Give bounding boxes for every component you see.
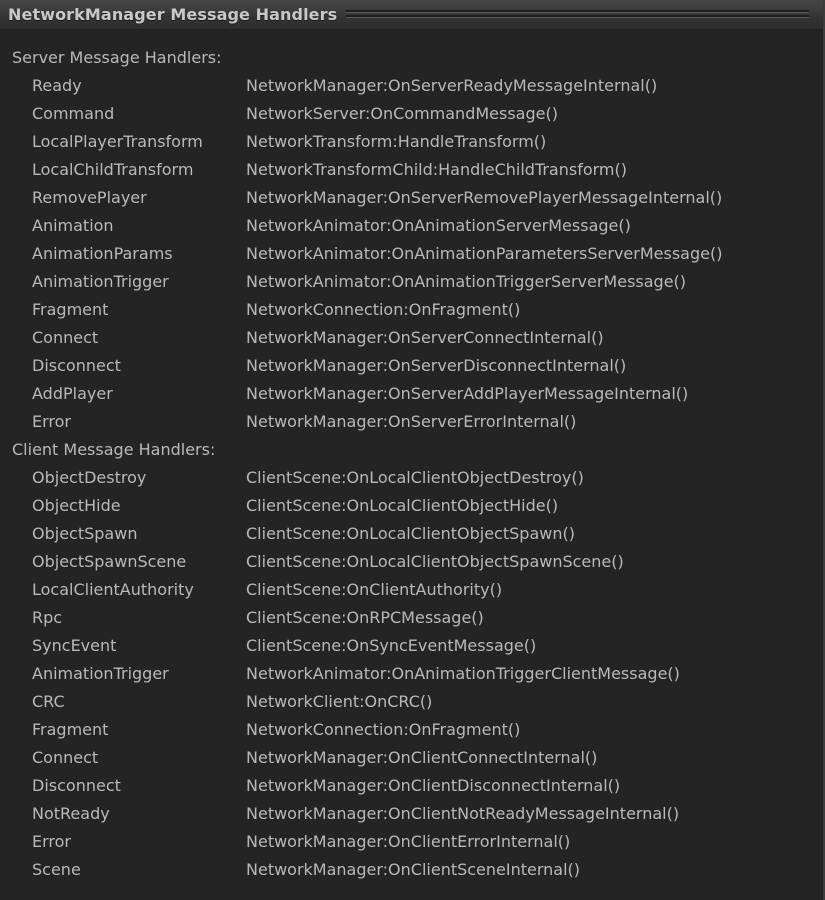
message-handlers-panel: NetworkManager Message Handlers Server M… bbox=[0, 0, 825, 900]
handler-row: LocalClientAuthority ClientScene:OnClient… bbox=[0, 576, 823, 604]
handler-message-name: ObjectSpawn bbox=[32, 524, 138, 543]
handler-callback-name: NetworkTransform:HandleTransform() bbox=[246, 132, 547, 151]
handler-message-name: Scene bbox=[32, 860, 81, 879]
handler-row: LocalChildTransform NetworkTransformChild… bbox=[0, 156, 823, 184]
handler-callback-name: NetworkManager:OnClientNotReadyMessageIn… bbox=[246, 804, 680, 823]
handler-callback-name: ClientScene:OnLocalClientObjectDestroy() bbox=[246, 468, 584, 487]
handler-message-name: Fragment bbox=[32, 720, 109, 739]
handler-row: ObjectSpawn ClientScene:OnLocalClientObje… bbox=[0, 520, 823, 548]
handler-message-name: Ready bbox=[32, 76, 82, 95]
handler-row: Error NetworkManager:OnClientErrorInterna… bbox=[0, 828, 823, 856]
handler-message-name: LocalChildTransform bbox=[32, 160, 194, 179]
handler-row: ObjectDestroy ClientScene:OnLocalClientOb… bbox=[0, 464, 823, 492]
handler-row: AddPlayer NetworkManager:OnServerAddPlaye… bbox=[0, 380, 823, 408]
handler-message-name: ObjectHide bbox=[32, 496, 121, 515]
handler-row: Disconnect NetworkManager:OnServerDisconn… bbox=[0, 352, 823, 380]
handler-callback-name: NetworkClient:OnCRC() bbox=[246, 692, 433, 711]
handler-message-name: Error bbox=[32, 832, 71, 851]
handler-callback-name: NetworkAnimator:OnAnimationTriggerServer… bbox=[246, 272, 687, 291]
handler-message-name: AnimationTrigger bbox=[32, 272, 169, 291]
handler-message-name: Disconnect bbox=[32, 356, 121, 375]
handler-callback-name: NetworkConnection:OnFragment() bbox=[246, 300, 521, 319]
handler-callback-name: NetworkAnimator:OnAnimationServerMessage… bbox=[246, 216, 631, 235]
handler-callback-name: NetworkManager:OnServerDisconnectInterna… bbox=[246, 356, 627, 375]
handler-message-name: AddPlayer bbox=[32, 384, 113, 403]
handler-callback-name: ClientScene:OnLocalClientObjectSpawnScen… bbox=[246, 552, 624, 571]
panel-titlebar: NetworkManager Message Handlers bbox=[0, 0, 823, 30]
handler-message-name: AnimationParams bbox=[32, 244, 173, 263]
handler-row: AnimationParams NetworkAnimator:OnAnimati… bbox=[0, 240, 823, 268]
section-header: Server Message Handlers: bbox=[12, 48, 222, 67]
handler-callback-name: NetworkManager:OnClientDisconnectInterna… bbox=[246, 776, 621, 795]
title-divider-rule bbox=[346, 10, 809, 19]
handler-callback-name: NetworkServer:OnCommandMessage() bbox=[246, 104, 558, 123]
handler-callback-name: NetworkManager:OnServerConnectInternal() bbox=[246, 328, 604, 347]
handler-callback-name: NetworkTransformChild:HandleChildTransfo… bbox=[246, 160, 627, 179]
handler-row: Command NetworkServer:OnCommandMessage() bbox=[0, 100, 823, 128]
handler-callback-name: ClientScene:OnClientAuthority() bbox=[246, 580, 503, 599]
handler-row: CRC NetworkClient:OnCRC() bbox=[0, 688, 823, 716]
handler-callback-name: NetworkAnimator:OnAnimationParametersSer… bbox=[246, 244, 723, 263]
handler-row: Scene NetworkManager:OnClientSceneInterna… bbox=[0, 856, 823, 884]
panel-title: NetworkManager Message Handlers bbox=[8, 5, 338, 24]
handler-row: NotReady NetworkManager:OnClientNotReadyM… bbox=[0, 800, 823, 828]
handler-message-name: RemovePlayer bbox=[32, 188, 147, 207]
handler-list: Server Message Handlers: Ready NetworkMana… bbox=[0, 30, 823, 884]
handler-row: Connect NetworkManager:OnServerConnectInt… bbox=[0, 324, 823, 352]
title-rule-line-top bbox=[346, 10, 809, 12]
handler-message-name: Disconnect bbox=[32, 776, 121, 795]
handler-row: RemovePlayer NetworkManager:OnServerRemov… bbox=[0, 184, 823, 212]
handler-message-name: Fragment bbox=[32, 300, 109, 319]
handler-callback-name: NetworkManager:OnClientErrorInternal() bbox=[246, 832, 571, 851]
handler-message-name: Animation bbox=[32, 216, 114, 235]
handler-callback-name: ClientScene:OnLocalClientObjectSpawn() bbox=[246, 524, 575, 543]
handler-message-name: SyncEvent bbox=[32, 636, 117, 655]
handler-row: Connect NetworkManager:OnClientConnectInt… bbox=[0, 744, 823, 772]
handler-message-name: ObjectDestroy bbox=[32, 468, 147, 487]
title-rule-line-bottom bbox=[346, 15, 809, 17]
handler-row: Disconnect NetworkManager:OnClientDisconn… bbox=[0, 772, 823, 800]
handler-row: Fragment NetworkConnection:OnFragment() bbox=[0, 296, 823, 324]
handler-row: AnimationTrigger NetworkAnimator:OnAnimat… bbox=[0, 268, 823, 296]
handler-callback-name: ClientScene:OnLocalClientObjectHide() bbox=[246, 496, 559, 515]
handler-row: Fragment NetworkConnection:OnFragment() bbox=[0, 716, 823, 744]
handler-callback-name: ClientScene:OnRPCMessage() bbox=[246, 608, 484, 627]
handler-message-name: Command bbox=[32, 104, 115, 123]
handler-message-name: CRC bbox=[32, 692, 65, 711]
handler-message-name: Connect bbox=[32, 328, 99, 347]
handler-row: ObjectHide ClientScene:OnLocalClientObjec… bbox=[0, 492, 823, 520]
handler-callback-name: NetworkManager:OnServerAddPlayerMessageI… bbox=[246, 384, 689, 403]
handler-row: LocalPlayerTransform NetworkTransform:Han… bbox=[0, 128, 823, 156]
handler-row: Ready NetworkManager:OnServerReadyMessage… bbox=[0, 72, 823, 100]
handler-callback-name: NetworkManager:OnServerReadyMessageInter… bbox=[246, 76, 658, 95]
handler-message-name: NotReady bbox=[32, 804, 110, 823]
handler-callback-name: NetworkAnimator:OnAnimationTriggerClient… bbox=[246, 664, 680, 683]
handler-message-name: LocalPlayerTransform bbox=[32, 132, 203, 151]
handler-callback-name: NetworkManager:OnClientConnectInternal() bbox=[246, 748, 598, 767]
section-header: Client Message Handlers: bbox=[12, 440, 216, 459]
handler-callback-name: NetworkManager:OnServerErrorInternal() bbox=[246, 412, 577, 431]
handler-callback-name: NetworkManager:OnClientSceneInternal() bbox=[246, 860, 581, 879]
handler-row: ObjectSpawnScene ClientScene:OnLocalClien… bbox=[0, 548, 823, 576]
handler-message-name: AnimationTrigger bbox=[32, 664, 169, 683]
handler-callback-name: NetworkManager:OnServerRemovePlayerMessa… bbox=[246, 188, 723, 207]
handler-message-name: Connect bbox=[32, 748, 99, 767]
handler-row: AnimationTrigger NetworkAnimator:OnAnimat… bbox=[0, 660, 823, 688]
handler-callback-name: ClientScene:OnSyncEventMessage() bbox=[246, 636, 537, 655]
handler-row: Animation NetworkAnimator:OnAnimationServ… bbox=[0, 212, 823, 240]
handler-message-name: Rpc bbox=[32, 608, 63, 627]
handler-row: SyncEvent ClientScene:OnSyncEventMessage(… bbox=[0, 632, 823, 660]
handler-callback-name: NetworkConnection:OnFragment() bbox=[246, 720, 521, 739]
handler-message-name: Error bbox=[32, 412, 71, 431]
handler-row: Error NetworkManager:OnServerErrorInterna… bbox=[0, 408, 823, 436]
handler-message-name: LocalClientAuthority bbox=[32, 580, 194, 599]
handler-row: Rpc ClientScene:OnRPCMessage() bbox=[0, 604, 823, 632]
handler-message-name: ObjectSpawnScene bbox=[32, 552, 187, 571]
